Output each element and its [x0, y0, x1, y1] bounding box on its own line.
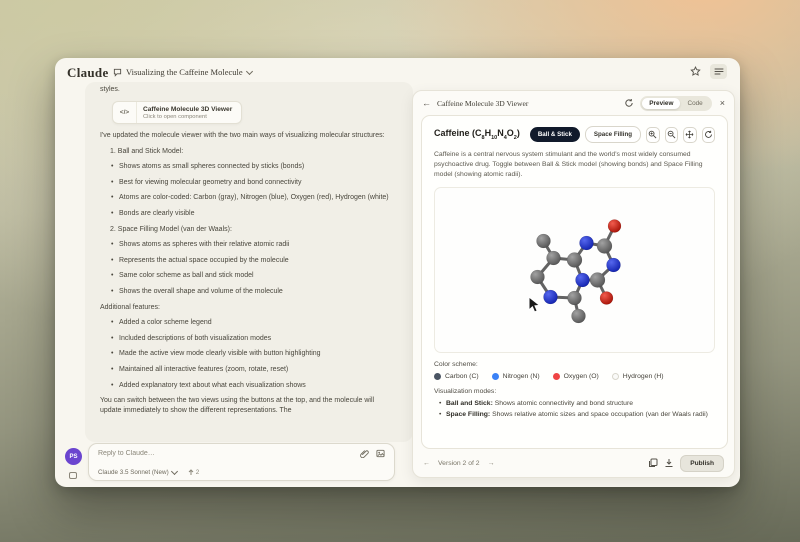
copy-icon[interactable]	[648, 458, 658, 468]
square-icon[interactable]	[69, 472, 77, 479]
legend-item: Hydrogen (H)	[612, 373, 664, 380]
star-icon[interactable]	[690, 66, 701, 77]
artifact-card-subtitle: Click to open component	[143, 114, 232, 120]
color-legend: Carbon (C) Nitrogen (N) Oxygen (O) Hydrogen…	[434, 373, 715, 380]
version-next-icon[interactable]: →	[488, 460, 495, 467]
download-icon[interactable]	[664, 458, 674, 468]
message-line: 2. Space Filling Model (van der Waals):	[110, 225, 397, 235]
viz-modes-label: Visualization modes:	[434, 388, 715, 395]
message-blocks: I've updated the molecule viewer with th…	[100, 131, 401, 416]
chat-title-text: Visualizing the Caffeine Molecule	[126, 67, 243, 77]
message-line: Best for viewing molecular geometry and …	[119, 178, 397, 188]
message-line: Added a color scheme legend	[119, 318, 397, 328]
legend-dot-icon	[434, 373, 441, 380]
space-filling-button[interactable]: Space Filling	[585, 126, 641, 143]
move-button[interactable]	[683, 127, 696, 143]
message-line: Additional features:	[100, 303, 397, 313]
molecule-title: Caffeine (C8H10N4O2)	[434, 128, 520, 141]
tab-code[interactable]: Code	[680, 98, 709, 109]
zoom-out-button[interactable]	[665, 127, 678, 143]
viz-modes-list: Ball and Stick: Shows atomic connectivit…	[434, 399, 715, 420]
reply-composer: Claude 3.5 Sonnet (New) 2	[88, 443, 395, 481]
message-line: Shows atoms as spheres with their relati…	[119, 240, 397, 250]
zoom-in-button[interactable]	[646, 127, 659, 143]
message-line: Same color scheme as ball and stick mode…	[119, 271, 397, 281]
message-line: You can switch between the two views usi…	[100, 396, 397, 416]
legend-item: Carbon (C)	[434, 373, 479, 380]
message-line: 1. Ball and Stick Model:	[110, 147, 397, 157]
ball-stick-button[interactable]: Ball & Stick	[530, 127, 580, 142]
artifact-card[interactable]: </> Caffeine Molecule 3D Viewer Click to…	[112, 101, 242, 124]
legend-dot-icon	[492, 373, 499, 380]
message-line: Bonds are clearly visible	[119, 209, 397, 219]
refresh-icon[interactable]	[624, 98, 634, 108]
arrow-up-icon	[188, 469, 194, 476]
artifact-panel-title: Caffeine Molecule 3D Viewer	[437, 99, 528, 108]
message-line: Added explanatory text about what each v…	[119, 381, 397, 391]
molecule-description: Caffeine is a central nervous system sti…	[434, 150, 715, 180]
artifact-panel: ← Caffeine Molecule 3D Viewer Preview Co…	[412, 90, 735, 478]
tab-preview[interactable]: Preview	[642, 98, 680, 109]
previous-message-fragment: styles.	[100, 86, 401, 93]
claude-logo: Claude	[67, 65, 109, 81]
message-line: Shows atoms as small spheres connected b…	[119, 162, 397, 172]
artifact-content: Caffeine (C8H10N4O2) Ball & Stick Space …	[421, 115, 728, 449]
message-line: I've updated the molecule viewer with th…	[100, 131, 397, 141]
chat-scroll-area[interactable]: styles. </> Caffeine Molecule 3D Viewer …	[85, 82, 413, 442]
message-line: Atoms are color-coded: Carbon (gray), Ni…	[119, 193, 397, 203]
legend-item: Nitrogen (N)	[492, 373, 540, 380]
viz-mode-line: Ball and Stick: Shows atomic connectivit…	[446, 399, 715, 410]
legend-dot-icon	[612, 373, 619, 380]
code-icon: </>	[113, 102, 137, 123]
chat-bubble-icon	[113, 68, 122, 77]
chevron-down-icon	[171, 468, 178, 475]
publish-button[interactable]: Publish	[680, 455, 724, 472]
mouse-cursor	[527, 296, 543, 314]
legend-item: Oxygen (O)	[553, 373, 599, 380]
screenshot-icon[interactable]	[376, 449, 385, 458]
chat-title-menu[interactable]: Visualizing the Caffeine Molecule	[113, 67, 252, 77]
viz-mode-line: Space Filling: Shows relative atomic siz…	[446, 410, 715, 421]
paperclip-icon[interactable]	[360, 449, 369, 458]
preview-code-toggle: Preview Code	[640, 96, 711, 111]
model-selector[interactable]: Claude 3.5 Sonnet (New)	[98, 469, 169, 476]
chevron-down-icon	[246, 67, 253, 74]
version-prev-icon[interactable]: ←	[423, 460, 430, 467]
message-line: Made the active view mode clearly visibl…	[119, 349, 397, 359]
message-line: Represents the actual space occupied by …	[119, 256, 397, 266]
message-counter: 2	[196, 469, 200, 476]
app-window: Claude Visualizing the Caffeine Molecule…	[55, 58, 740, 487]
reply-input[interactable]	[98, 450, 353, 457]
artifact-card-title: Caffeine Molecule 3D Viewer	[143, 106, 232, 113]
sidebar-toggle-icon[interactable]	[710, 64, 727, 79]
version-indicator: Version 2 of 2	[438, 460, 480, 467]
molecule-viewport[interactable]	[434, 187, 715, 353]
close-icon[interactable]: ×	[720, 98, 725, 108]
legend-dot-icon	[553, 373, 560, 380]
color-scheme-label: Color scheme:	[434, 361, 715, 368]
message-line: Maintained all interactive features (zoo…	[119, 365, 397, 375]
message-line: Included descriptions of both visualizat…	[119, 334, 397, 344]
user-avatar: PS	[65, 448, 82, 465]
message-line: Shows the overall shape and volume of th…	[119, 287, 397, 297]
back-arrow-icon[interactable]: ←	[422, 98, 431, 108]
reset-view-button[interactable]	[702, 127, 715, 143]
